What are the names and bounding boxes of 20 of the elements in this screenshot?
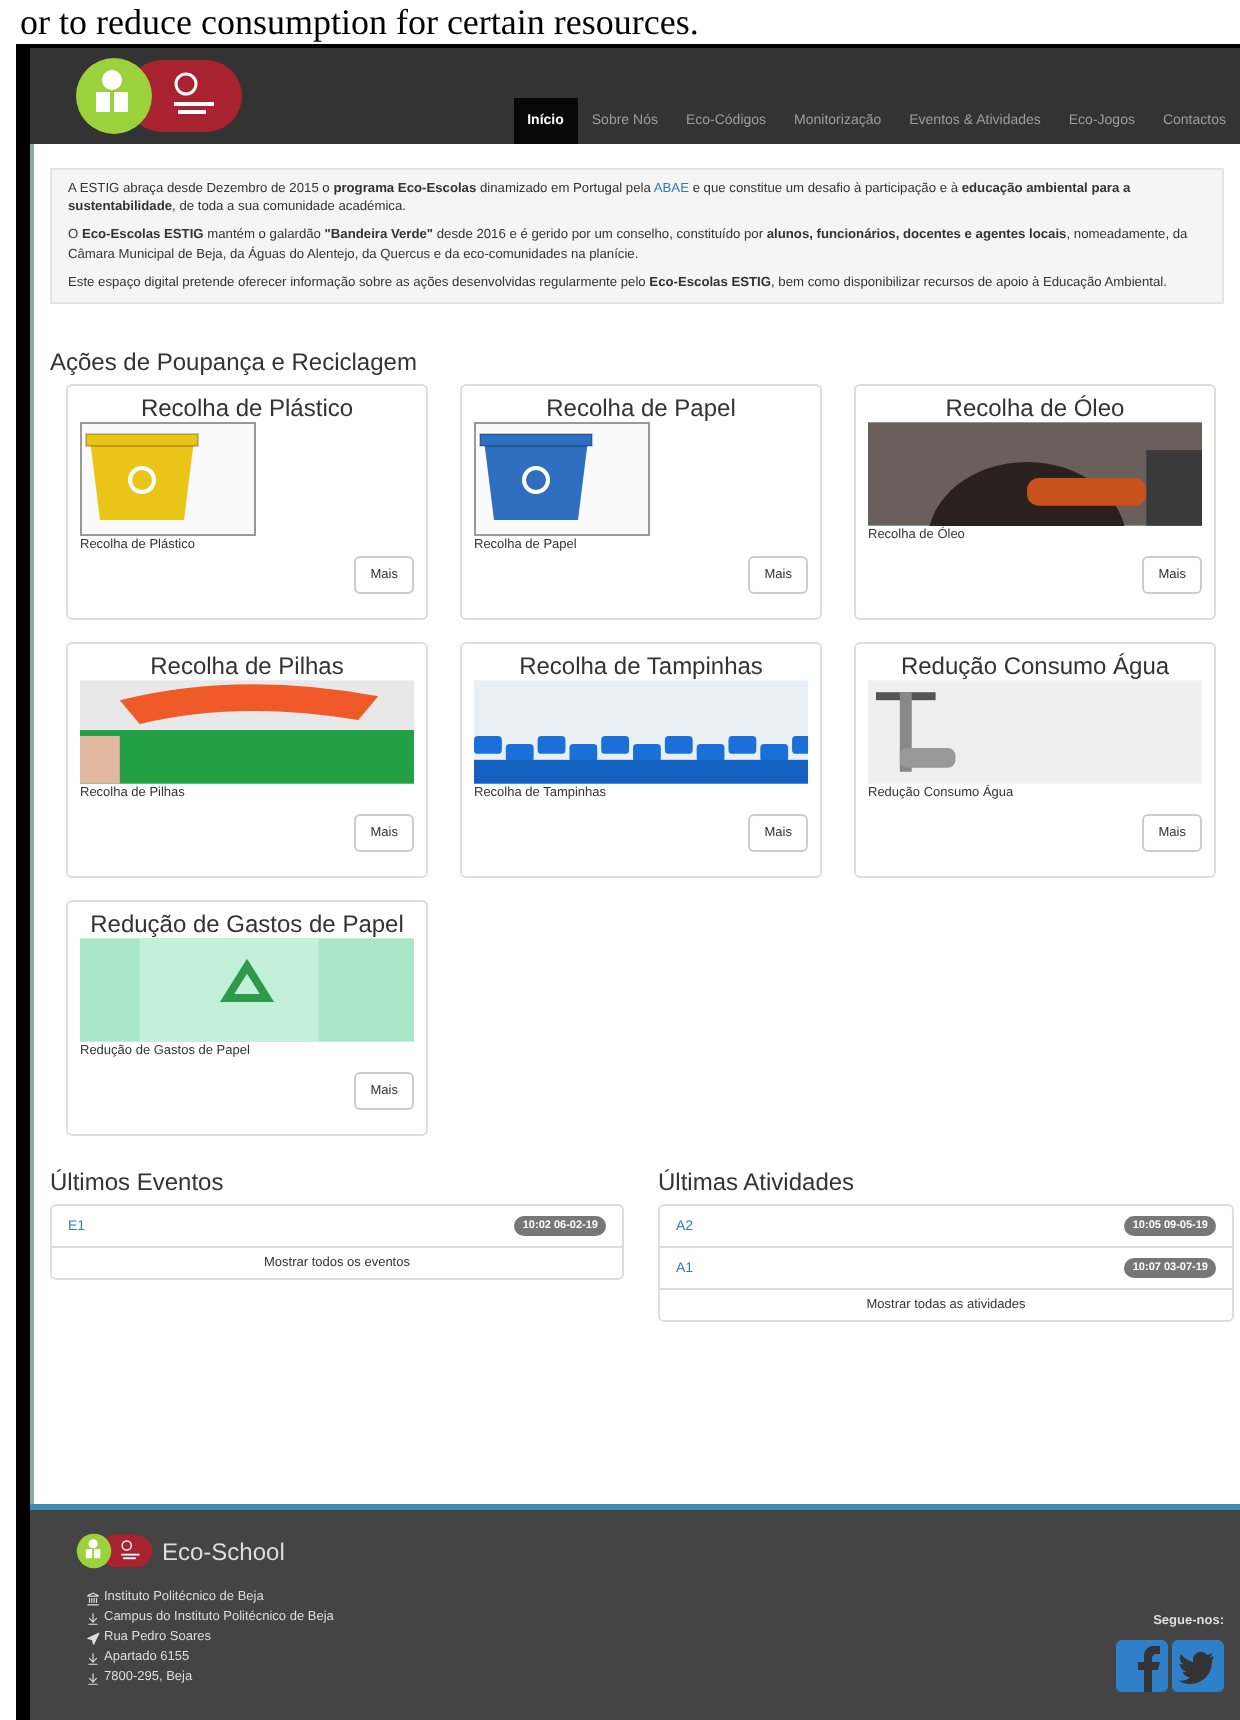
card-title: Redução de Gastos de Papel: [88, 910, 406, 939]
section-title: Ações de Poupança e Reciclagem: [50, 348, 419, 377]
card-title: Redução Consumo Água: [898, 652, 1172, 681]
card-title: Recolha de Pilhas: [148, 652, 346, 681]
card-title: Recolha de Papel: [544, 394, 738, 423]
section-title: Últimos Eventos: [50, 1168, 226, 1197]
document-caption: or to reduce consumption for certain resources.: [18, 0, 701, 44]
twitter-icon[interactable]: [1172, 1640, 1224, 1692]
eco-school-logo: [74, 1530, 154, 1572]
landmark-icon: [86, 1591, 100, 1605]
download-icon: [86, 1671, 100, 1685]
card-title: Recolha de Tampinhas: [517, 652, 765, 681]
download-icon: [86, 1651, 100, 1665]
facebook-icon[interactable]: [1116, 1640, 1168, 1692]
card-title: Recolha de Óleo: [943, 394, 1127, 423]
card-title: Recolha de Plástico: [138, 394, 356, 423]
download-icon: [86, 1611, 100, 1625]
navigation-arrow-icon: [86, 1631, 100, 1645]
brand-name: Eco-School: [162, 1537, 285, 1565]
section-title: Últimas Atividades: [658, 1168, 857, 1197]
